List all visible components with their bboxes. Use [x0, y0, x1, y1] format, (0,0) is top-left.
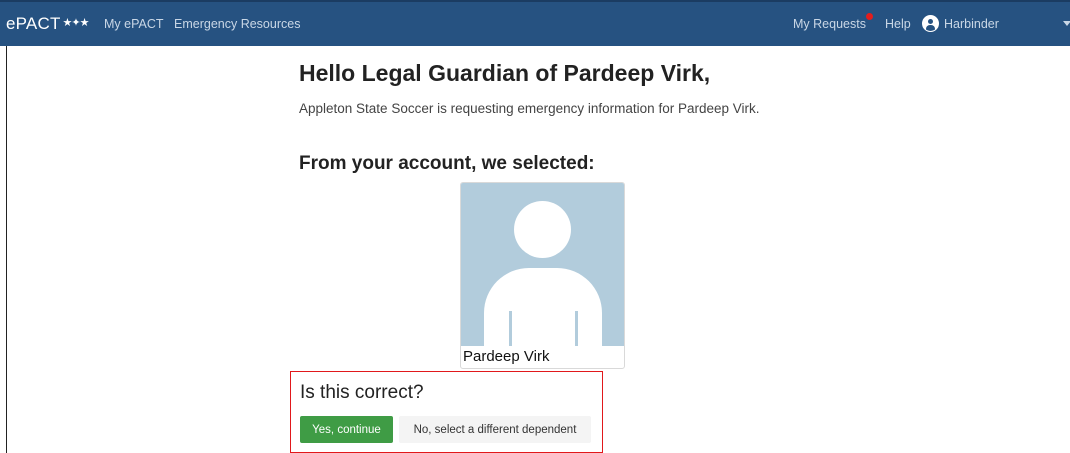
person-placeholder-icon — [461, 183, 624, 346]
page: ePACT ★✦★ My ePACT Emergency Resources M… — [0, 0, 1070, 453]
select-different-dependent-button[interactable]: No, select a different dependent — [399, 416, 591, 443]
brand-logo[interactable]: ePACT ★✦★ — [6, 14, 89, 34]
nav-link-my-requests[interactable]: My Requests — [793, 17, 866, 31]
nav-link-help[interactable]: Help — [885, 17, 911, 31]
left-border-divider — [6, 46, 7, 453]
notification-dot-icon — [866, 13, 873, 20]
top-navbar: ePACT ★✦★ My ePACT Emergency Resources M… — [0, 0, 1070, 46]
stars-icon: ★✦★ — [62, 16, 90, 29]
nav-link-emergency-resources[interactable]: Emergency Resources — [174, 17, 300, 31]
chevron-down-icon[interactable] — [1063, 21, 1070, 26]
user-menu-name[interactable]: Harbinder — [944, 17, 999, 31]
yes-continue-button[interactable]: Yes, continue — [300, 416, 393, 443]
brand-name: ePACT — [6, 14, 61, 33]
nav-link-my-epact[interactable]: My ePACT — [104, 17, 164, 31]
page-title: Hello Legal Guardian of Pardeep Virk, — [299, 60, 711, 86]
dependent-card[interactable]: Pardeep Virk — [460, 182, 625, 369]
request-message: Appleton State Soccer is requesting emer… — [299, 101, 760, 116]
user-avatar-icon[interactable] — [922, 15, 939, 32]
dependent-name: Pardeep Virk — [463, 348, 550, 365]
confirmation-question: Is this correct? — [300, 382, 424, 403]
selected-heading: From your account, we selected: — [299, 153, 595, 174]
confirmation-box: Is this correct? Yes, continue No, selec… — [290, 371, 603, 453]
